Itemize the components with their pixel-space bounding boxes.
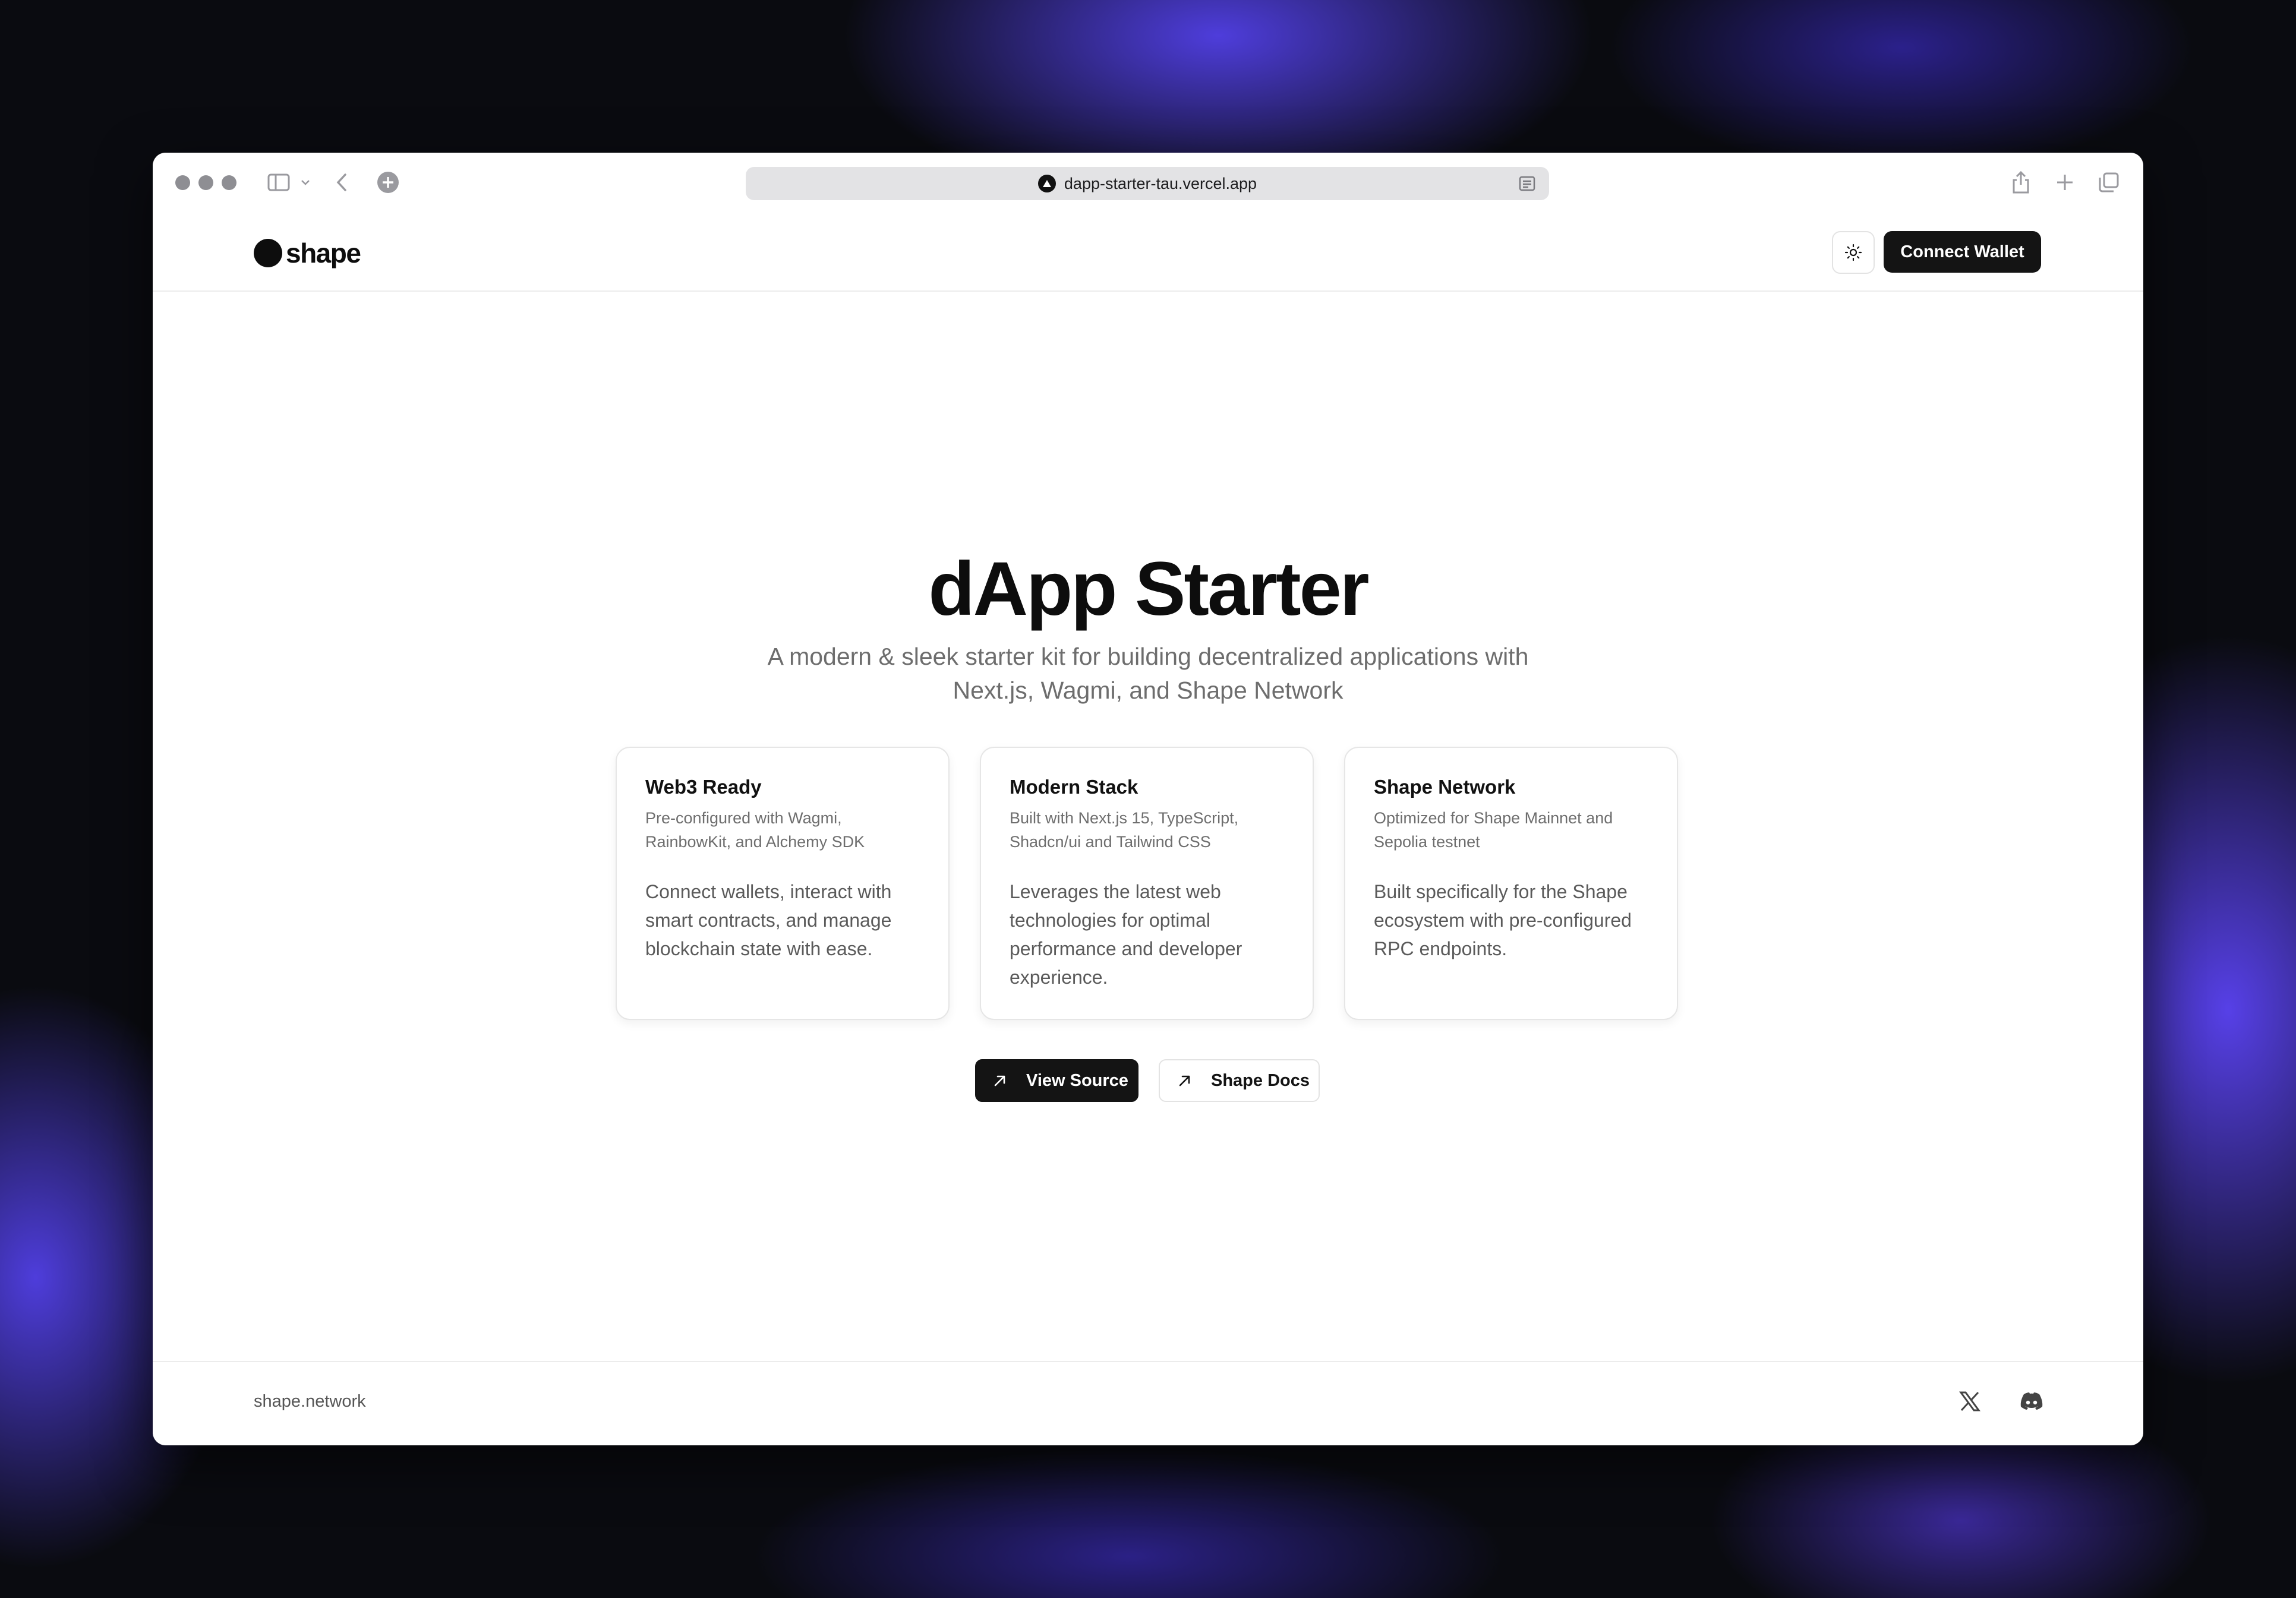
feature-card-shape-network: Shape Network Optimized for Shape Mainne… [1344,747,1678,1020]
shape-logo[interactable]: shape [254,237,361,269]
browser-toolbar: dapp-starter-tau.vercel.app [153,153,2143,212]
view-source-label: View Source [1026,1070,1128,1090]
extension-icon[interactable] [375,169,401,195]
window-controls [175,175,236,190]
card-title: Web3 Ready [645,776,762,798]
site-header: shape Connect Wallet [153,212,2143,292]
shape-docs-button[interactable]: Shape Docs [1159,1059,1320,1102]
feature-card-modern-stack: Modern Stack Built with Next.js 15, Type… [980,747,1314,1020]
shape-docs-label: Shape Docs [1211,1070,1310,1090]
theme-toggle-button[interactable] [1832,231,1875,274]
site-footer: shape.network [153,1361,2143,1445]
connect-wallet-button[interactable]: Connect Wallet [1884,231,2041,273]
reader-mode-icon[interactable] [1518,175,1536,192]
chevron-down-icon[interactable] [297,169,314,195]
card-title: Modern Stack [1010,776,1138,798]
card-description: Optimized for Shape Mainnet and Sepolia … [1374,809,1613,851]
card-title: Shape Network [1374,776,1516,798]
card-description: Pre-configured with Wagmi, RainbowKit, a… [645,809,865,851]
card-description: Built with Next.js 15, TypeScript, Shadc… [1010,809,1239,851]
sidebar-icon[interactable] [266,169,292,195]
tab-overview-icon[interactable] [2096,169,2122,195]
page-subtitle: A modern & sleek starter kit for buildin… [767,643,1529,704]
discord-icon[interactable] [2017,1387,2046,1416]
new-tab-icon[interactable] [2052,169,2078,195]
logo-mark-icon [254,239,282,267]
card-body: Leverages the latest web technologies fo… [1010,881,1242,988]
feature-card-web3: Web3 Ready Pre-configured with Wagmi, Ra… [616,747,950,1020]
arrow-up-right-icon [1179,1075,1190,1087]
footer-site-link[interactable]: shape.network [254,1392,366,1411]
share-icon[interactable] [2008,169,2034,195]
url-text: dapp-starter-tau.vercel.app [1064,174,1257,192]
minimize-window-button[interactable] [198,175,213,190]
site-favicon-icon [1037,175,1056,192]
sun-icon [1844,244,1862,261]
back-icon[interactable] [329,169,355,195]
address-bar[interactable]: dapp-starter-tau.vercel.app [746,167,1549,200]
zoom-window-button[interactable] [222,175,236,190]
card-body: Connect wallets, interact with smart con… [645,881,892,959]
browser-window: dapp-starter-tau.vercel.app shape Connec… [153,153,2143,1445]
x-icon[interactable] [1956,1387,1984,1416]
page-title: dApp Starter [928,547,1369,631]
arrow-up-right-icon [994,1075,1005,1087]
card-body: Built specifically for the Shape ecosyst… [1374,881,1632,959]
view-source-button[interactable]: View Source [975,1059,1138,1102]
close-window-button[interactable] [175,175,190,190]
logo-text: shape [286,238,361,269]
